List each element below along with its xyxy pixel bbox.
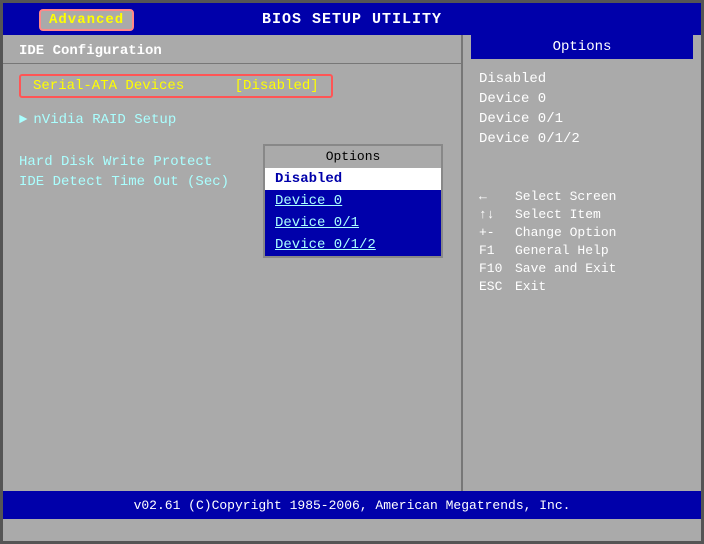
popup-title: Options — [265, 146, 441, 168]
bottom-bar: v02.61 (C)Copyright 1985-2006, American … — [3, 491, 701, 519]
top-bar: Advanced BIOS SETUP UTILITY — [3, 3, 701, 35]
help-line-item: ↑↓ Select Item — [479, 207, 685, 222]
left-panel: IDE Configuration Serial-ATA Devices [Di… — [3, 35, 463, 491]
popup-item-disabled[interactable]: Disabled — [265, 168, 441, 190]
help-desc-f10: Save and Exit — [515, 261, 616, 276]
footer-text: v02.61 (C)Copyright 1985-2006, American … — [134, 498, 571, 513]
options-header: Options — [471, 35, 693, 59]
help-desc-esc: Exit — [515, 279, 546, 294]
help-desc-screen: Select Screen — [515, 189, 616, 204]
option-device012: Device 0/1/2 — [471, 129, 693, 149]
section-title: IDE Configuration — [3, 35, 461, 64]
help-section: ← Select Screen ↑↓ Select Item +- Change… — [471, 189, 693, 294]
main-area: IDE Configuration Serial-ATA Devices [Di… — [3, 35, 701, 491]
help-line-esc: ESC Exit — [479, 279, 685, 294]
arrow-icon: ► — [19, 112, 27, 128]
option-device01: Device 0/1 — [471, 109, 693, 129]
popup-item-device0[interactable]: Device 0 — [265, 190, 441, 212]
bios-screen: Advanced BIOS SETUP UTILITY IDE Configur… — [0, 0, 704, 544]
selected-item-value: [Disabled] — [235, 78, 319, 94]
bios-title: BIOS SETUP UTILITY — [262, 11, 442, 28]
help-desc-change: Change Option — [515, 225, 616, 240]
tab-advanced[interactable]: Advanced — [39, 9, 134, 31]
help-desc-f1: General Help — [515, 243, 609, 258]
help-key-esc: ESC — [479, 279, 515, 294]
help-key-plusminus: +- — [479, 225, 515, 240]
help-line-change: +- Change Option — [479, 225, 685, 240]
help-key-f1: F1 — [479, 243, 515, 258]
option-disabled: Disabled — [471, 69, 693, 89]
right-panel: Options Disabled Device 0 Device 0/1 Dev… — [463, 35, 701, 491]
help-key-updown: ↑↓ — [479, 207, 515, 222]
help-key-f10: F10 — [479, 261, 515, 276]
selected-serial-ata[interactable]: Serial-ATA Devices [Disabled] — [19, 74, 333, 98]
options-popup: Options Disabled Device 0 Device 0/1 Dev… — [263, 144, 443, 258]
help-key-arrow: ← — [479, 189, 515, 204]
nvidia-raid-label: nVidia RAID Setup — [33, 112, 176, 128]
nvidia-raid-item[interactable]: ► nVidia RAID Setup — [3, 108, 461, 132]
option-device0: Device 0 — [471, 89, 693, 109]
popup-item-device01[interactable]: Device 0/1 — [265, 212, 441, 234]
selected-item-label: Serial-ATA Devices — [33, 78, 184, 94]
popup-item-device012[interactable]: Device 0/1/2 — [265, 234, 441, 256]
help-line-screen: ← Select Screen — [479, 189, 685, 204]
popup-area: Hard Disk Write Protect IDE Detect Time … — [3, 154, 461, 190]
help-line-f10: F10 Save and Exit — [479, 261, 685, 276]
help-line-f1: F1 General Help — [479, 243, 685, 258]
help-desc-item: Select Item — [515, 207, 601, 222]
